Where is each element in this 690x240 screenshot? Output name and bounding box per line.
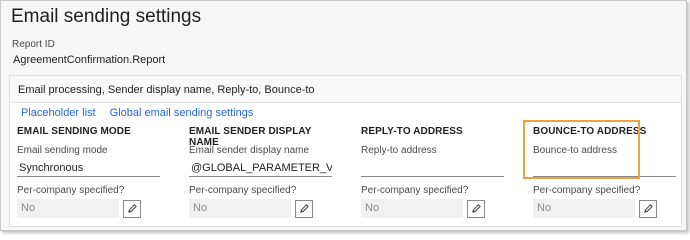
panel-header[interactable]: Email processing, Sender display name, R… [10,76,681,103]
field-label: Email sender display name [189,145,310,156]
per-company-label: Per-company specified? [17,185,125,196]
email-settings-panel: Email processing, Sender display name, R… [9,75,682,227]
link-bar: Placeholder list Global email sending se… [21,107,264,119]
field-label: Bounce-to address [533,145,617,156]
field-label: Email sending mode [17,145,108,156]
global-email-settings-link[interactable]: Global email sending settings [110,107,254,119]
placeholder-list-link[interactable]: Placeholder list [21,107,96,119]
per-company-value: No [361,199,463,218]
edit-button[interactable] [295,199,313,218]
per-company-value: No [17,199,119,218]
per-company-row: No [361,199,511,218]
column-email-sender-display-name: EMAIL SENDER DISPLAY NAME Email sender d… [189,126,339,218]
email-sending-mode-field[interactable]: Synchronous [17,160,160,177]
pencil-icon [471,204,481,213]
page-title: Email sending settings [11,6,202,27]
email-sender-display-name-field[interactable]: @GLOBAL_PARAMETER_VAL... [189,160,332,177]
column-bounce-to-address: BOUNCE-TO ADDRESS Bounce-to address Per-… [533,126,683,218]
per-company-value: No [533,199,635,218]
column-heading: EMAIL SENDER DISPLAY NAME [189,126,312,148]
per-company-label: Per-company specified? [361,185,469,196]
pencil-icon [643,204,653,213]
per-company-row: No [533,199,683,218]
column-heading: REPLY-TO ADDRESS [361,126,463,137]
bounce-to-address-field[interactable] [533,160,676,177]
column-heading: BOUNCE-TO ADDRESS [533,126,647,137]
pencil-icon [127,204,137,213]
column-reply-to-address: REPLY-TO ADDRESS Reply-to address Per-co… [361,126,511,218]
per-company-label: Per-company specified? [189,185,297,196]
report-id-label: Report ID [12,39,55,50]
edit-button[interactable] [123,199,141,218]
edit-button[interactable] [467,199,485,218]
column-email-sending-mode: EMAIL SENDING MODE Email sending mode Sy… [17,126,167,218]
reply-to-address-field[interactable] [361,160,504,177]
field-label: Reply-to address [361,145,437,156]
pencil-icon [299,204,309,213]
per-company-row: No [17,199,167,218]
per-company-value: No [189,199,291,218]
report-id-value: AgreementConfirmation.Report [13,54,166,66]
edit-button[interactable] [639,199,657,218]
per-company-label: Per-company specified? [533,185,641,196]
per-company-row: No [189,199,339,218]
window: Email sending settings Report ID Agreeme… [0,0,687,231]
column-heading: EMAIL SENDING MODE [17,126,131,137]
